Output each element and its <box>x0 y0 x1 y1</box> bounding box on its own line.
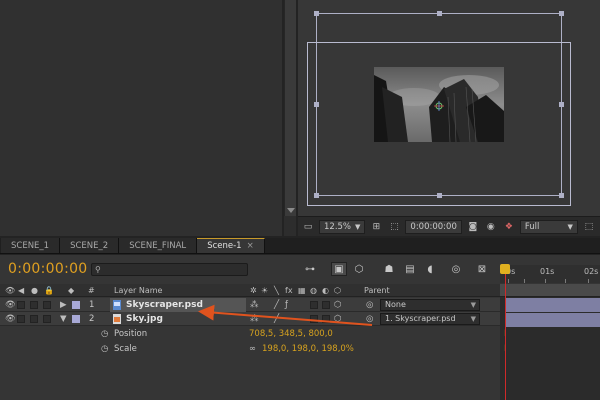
snapshot-icon[interactable]: ◙ <box>466 220 480 234</box>
project-panel-footer <box>284 216 296 236</box>
skyscraper-footage[interactable] <box>374 67 504 142</box>
current-time-field[interactable]: 0:00:00:00 <box>405 219 462 234</box>
annotation-arrow <box>198 304 373 326</box>
resolution-value: Full <box>524 221 540 232</box>
tab-scene-final[interactable]: SCENE_FINAL <box>119 238 198 253</box>
chevron-down-icon: ▼ <box>567 222 573 231</box>
viewer-toolbar: ▭ 12.5% ▼ ⊞ ⬚ 0:00:00:00 ◙ ◉ ❖ Full ▼ ⬚ <box>298 216 600 236</box>
tab-label: SCENE_1 <box>11 240 50 251</box>
tab-scene-1-active[interactable]: Scene-1 × <box>197 238 265 253</box>
project-scrollbar[interactable] <box>284 0 296 216</box>
tab-label: SCENE_2 <box>70 240 109 251</box>
tab-label: Scene-1 <box>207 241 242 251</box>
transform-handle[interactable] <box>314 11 319 16</box>
skyscraper-image <box>374 67 504 142</box>
tab-scene-1[interactable]: SCENE_1 <box>1 238 61 253</box>
channel-icon[interactable]: ❖ <box>502 220 516 234</box>
always-preview-icon[interactable]: ▭ <box>301 220 315 234</box>
tab-label: SCENE_FINAL <box>129 240 187 251</box>
grid-guides-icon[interactable]: ⊞ <box>369 220 383 234</box>
project-panel <box>0 0 282 236</box>
chevron-down-icon: ▼ <box>355 222 361 231</box>
transform-handle[interactable] <box>559 11 564 16</box>
transform-handle[interactable] <box>437 11 442 16</box>
mask-visibility-icon[interactable]: ⬚ <box>387 220 401 234</box>
scroll-down-icon[interactable] <box>287 208 295 213</box>
resolution-dropdown[interactable]: Full ▼ <box>519 219 578 234</box>
region-of-interest-icon[interactable]: ⬚ <box>582 220 596 234</box>
magnification-value: 12.5% <box>324 221 352 232</box>
composition-tabs: SCENE_1 SCENE_2 SCENE_FINAL Scene-1 × <box>0 238 600 254</box>
magnification-dropdown[interactable]: 12.5% ▼ <box>319 219 366 234</box>
show-snapshot-icon[interactable]: ◉ <box>484 220 498 234</box>
close-icon[interactable]: × <box>247 241 254 251</box>
composition-viewer[interactable] <box>298 0 600 216</box>
tab-scene-2[interactable]: SCENE_2 <box>60 238 120 253</box>
timeline-panel: 0:00:00:00 ⚲ ⊶ ▣ ⬡ ☗ ▤ ◖ ◎ ⊠ 0s 01s 02s … <box>0 255 600 400</box>
